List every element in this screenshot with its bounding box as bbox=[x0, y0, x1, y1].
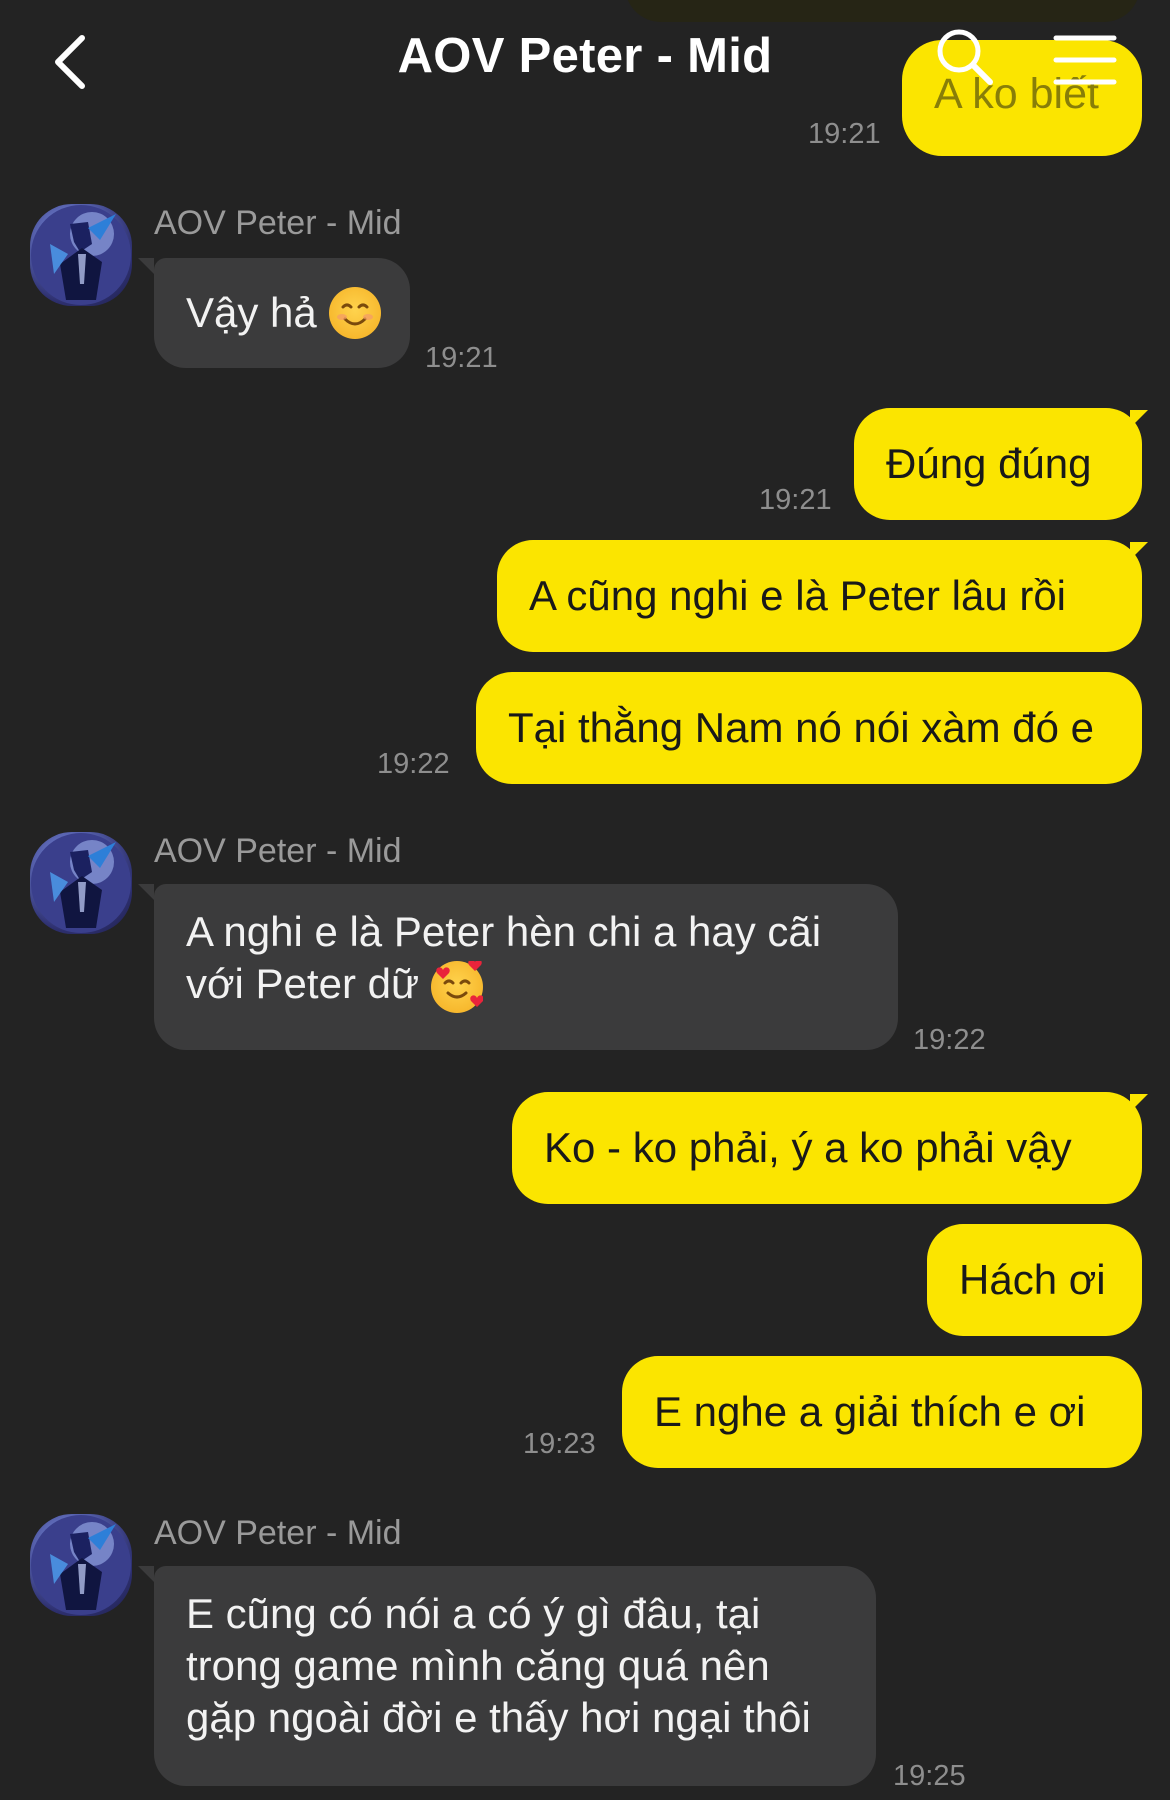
chat-header: AOV Peter - Mid bbox=[0, 0, 1170, 120]
timestamp: 19:21 bbox=[808, 118, 881, 150]
timestamp: 19:22 bbox=[377, 748, 450, 780]
smiling-face-with-hearts-emoji bbox=[431, 959, 484, 1013]
hamburger-menu-icon bbox=[1053, 35, 1117, 85]
outgoing-bubble[interactable]: Đúng đúng bbox=[854, 408, 1142, 520]
sender-name: AOV Peter - Mid bbox=[154, 204, 402, 242]
message-text: Vậy hả bbox=[186, 289, 317, 336]
message-text: E cũng có nói a có ý gì đâu, tại trong g… bbox=[186, 1588, 811, 1744]
incoming-bubble[interactable]: Vậy hả bbox=[154, 258, 410, 368]
message-text: Tại thằng Nam nó nói xàm đó e bbox=[508, 704, 1094, 751]
sender-name: AOV Peter - Mid bbox=[154, 1514, 402, 1552]
outgoing-bubble[interactable]: Hách ơi bbox=[927, 1224, 1142, 1336]
message-text: Hách ơi bbox=[959, 1256, 1106, 1303]
avatar[interactable] bbox=[30, 832, 132, 934]
timestamp: 19:21 bbox=[425, 342, 498, 374]
message-line: E cũng có nói a có ý gì đâu, tại bbox=[186, 1590, 761, 1637]
message-text: E nghe a giải thích e ơi bbox=[654, 1388, 1086, 1435]
menu-button[interactable] bbox=[1050, 28, 1120, 92]
incoming-bubble[interactable]: A nghi e là Peter hèn chi a hay cãi với … bbox=[154, 884, 898, 1050]
message-text: A cũng nghi e là Peter lâu rồi bbox=[529, 572, 1067, 619]
message-line: A nghi e là Peter hèn chi a hay cãi bbox=[186, 908, 822, 955]
timestamp: 19:21 bbox=[759, 484, 832, 516]
search-icon bbox=[937, 29, 993, 85]
bubble-tail bbox=[1130, 542, 1148, 560]
timestamp: 19:22 bbox=[913, 1024, 986, 1056]
bubble-tail bbox=[1130, 1094, 1148, 1112]
outgoing-bubble[interactable]: Tại thằng Nam nó nói xàm đó e bbox=[476, 672, 1142, 784]
bubble-tail bbox=[1130, 410, 1148, 428]
bubble-tail bbox=[138, 1566, 154, 1582]
incoming-bubble[interactable]: E cũng có nói a có ý gì đâu, tại trong g… bbox=[154, 1566, 876, 1786]
sender-name: AOV Peter - Mid bbox=[154, 832, 402, 870]
avatar[interactable] bbox=[30, 204, 132, 306]
message-line: trong game mình căng quá nên bbox=[186, 1642, 770, 1689]
outgoing-bubble[interactable]: Ko - ko phải, ý a ko phải vậy bbox=[512, 1092, 1142, 1204]
outgoing-bubble[interactable]: A cũng nghi e là Peter lâu rồi bbox=[497, 540, 1142, 652]
search-button[interactable] bbox=[930, 24, 1000, 94]
timestamp: 19:25 bbox=[893, 1760, 966, 1792]
message-text: A nghi e là Peter hèn chi a hay cãi với … bbox=[186, 906, 821, 1013]
avatar-image bbox=[31, 833, 131, 933]
message-text: Ko - ko phải, ý a ko phải vậy bbox=[544, 1124, 1072, 1171]
outgoing-bubble[interactable]: E nghe a giải thích e ơi bbox=[622, 1356, 1142, 1468]
avatar-image bbox=[31, 1515, 131, 1615]
message-line: với Peter dữ bbox=[186, 958, 821, 1013]
avatar-image bbox=[31, 205, 131, 305]
message-line: gặp ngoài đời e thấy hơi ngại thôi bbox=[186, 1694, 811, 1741]
timestamp: 19:23 bbox=[523, 1428, 596, 1460]
smiling-face-emoji bbox=[328, 287, 381, 339]
bubble-tail bbox=[138, 258, 154, 274]
avatar[interactable] bbox=[30, 1514, 132, 1616]
bubble-tail bbox=[138, 884, 154, 900]
chat-screen: A ko biết 19:21 AOV Peter - Mid AOV Pete… bbox=[0, 0, 1170, 1800]
message-text: Đúng đúng bbox=[886, 440, 1092, 487]
